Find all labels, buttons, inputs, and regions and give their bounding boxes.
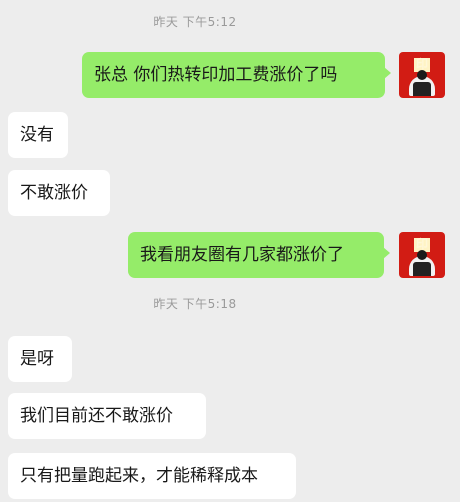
suit-icon: [413, 262, 431, 276]
timestamp: 昨天 下午5:18: [153, 297, 237, 311]
message-bubble-incoming[interactable]: 是呀: [8, 336, 72, 382]
message-text: 我们目前还不敢涨价: [20, 406, 173, 426]
message-bubble-outgoing[interactable]: 我看朋友圈有几家都涨价了: [128, 232, 390, 278]
message-bubble-incoming[interactable]: 只有把量跑起来，才能稀释成本: [8, 453, 296, 499]
suit-icon: [413, 82, 431, 96]
avatar[interactable]: 印: [399, 232, 445, 278]
message-bubble-incoming[interactable]: 不敢涨价: [8, 170, 110, 216]
timestamp: 昨天 下午5:12: [153, 15, 237, 29]
message-bubble-outgoing[interactable]: 张总 你们热转印加工费涨价了吗: [82, 52, 391, 98]
message-text: 只有把量跑起来，才能稀释成本: [20, 466, 258, 486]
message-text: 我看朋友圈有几家都涨价了: [140, 245, 344, 265]
message-text: 张总 你们热转印加工费涨价了吗: [94, 65, 338, 85]
message-text: 是呀: [20, 349, 54, 369]
message-bubble-incoming[interactable]: 我们目前还不敢涨价: [8, 393, 206, 439]
avatar[interactable]: 印: [399, 52, 445, 98]
message-bubble-incoming[interactable]: 没有: [8, 112, 68, 158]
message-text: 没有: [20, 125, 54, 145]
message-text: 不敢涨价: [20, 183, 88, 203]
